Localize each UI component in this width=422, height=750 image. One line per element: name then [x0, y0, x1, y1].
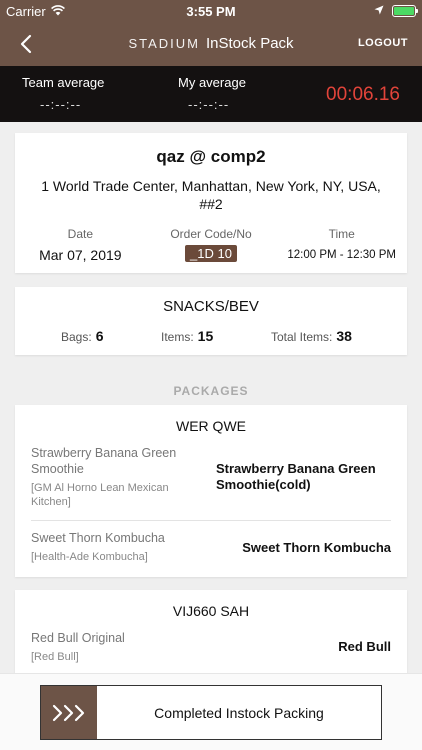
order-card: qaz @ comp2 1 World Trade Center, Manhat…: [15, 133, 407, 273]
packages-header: PACKAGES: [173, 384, 249, 398]
time-label: Time: [328, 227, 355, 241]
my-average-label: My average: [178, 75, 246, 90]
order-code: Order Code/No _1D 10: [146, 227, 277, 263]
items-stat: Items: 15: [161, 328, 213, 344]
item-info: Sweet Thorn Kombucha [Health-Ade Kombuch…: [31, 530, 201, 564]
package-item[interactable]: Strawberry Banana Green Smoothie [GM Al …: [31, 445, 391, 515]
package-card: VIJ660 SAH Red Bull Original [Red Bull] …: [15, 590, 407, 680]
team-average-value: --:--:--: [40, 97, 82, 112]
order-code-badge: _1D 10: [185, 245, 237, 262]
summary-title: SNACKS/BEV: [163, 298, 259, 315]
item-display-name: Red Bull: [338, 639, 391, 654]
total-items-label: Total Items:: [271, 330, 333, 344]
item-display-name: Strawberry Banana Green Smoothie(cold): [216, 461, 376, 492]
items-label: Items:: [161, 330, 194, 344]
battery-icon: [392, 4, 418, 17]
item-brand: [Health-Ade Kombucha]: [31, 551, 148, 563]
elapsed-timer: 00:06.16: [326, 84, 400, 105]
items-value: 15: [197, 328, 214, 344]
order-address: 1 World Trade Center, Manhattan, New Yor…: [41, 178, 381, 212]
date-label: Date: [67, 227, 94, 241]
item-name: Sweet Thorn Kombucha: [31, 531, 165, 545]
order-code-label: Order Code/No: [170, 227, 252, 241]
item-name: Red Bull Original: [31, 631, 125, 645]
order-title: qaz @ comp2: [156, 147, 266, 166]
order-date: Date Mar 07, 2019: [15, 227, 146, 263]
team-average-label: Team average: [22, 75, 105, 90]
complete-packing-label: Completed Instock Packing: [154, 704, 324, 721]
triple-chevron-right-icon: [41, 686, 97, 739]
item-info: Strawberry Banana Green Smoothie [GM Al …: [31, 445, 201, 509]
summary-card: SNACKS/BEV Bags: 6 Items: 15 Total Items: 3…: [15, 287, 407, 355]
location-arrow-icon: [374, 3, 384, 18]
package-card: WER QWE Strawberry Banana Green Smoothie…: [15, 405, 407, 577]
item-name: Strawberry Banana Green Smoothie: [31, 446, 177, 476]
status-right: [374, 3, 418, 18]
item-brand: [Red Bull]: [31, 651, 79, 663]
my-average-value: --:--:--: [188, 97, 230, 112]
nav-bar: STADIUM InStock Pack LOGOUT: [0, 22, 422, 66]
bags-stat: Bags: 6: [61, 328, 103, 344]
status-time: 3:55 PM: [186, 4, 236, 19]
package-item[interactable]: Red Bull Original [Red Bull] Red Bull: [31, 630, 391, 670]
total-items-stat: Total Items: 38: [271, 328, 352, 344]
bags-label: Bags:: [61, 330, 92, 344]
bags-value: 6: [95, 328, 104, 344]
package-item[interactable]: Sweet Thorn Kombucha [Health-Ade Kombuch…: [31, 530, 391, 570]
bottom-bar: Completed Instock Packing: [0, 673, 422, 750]
date-value: Mar 07, 2019: [39, 247, 122, 263]
logout-button[interactable]: LOGOUT: [358, 37, 408, 49]
time-value: 12:00 PM - 12:30 PM: [287, 249, 397, 261]
nav-brand: STADIUM: [128, 36, 200, 51]
order-details: Date Mar 07, 2019 Order Code/No _1D 10 T…: [15, 227, 407, 263]
status-bar: Carrier 3:55 PM: [0, 0, 422, 22]
complete-packing-button[interactable]: Completed Instock Packing: [40, 685, 382, 740]
timer-bar: Team average --:--:-- My average --:--:-…: [0, 66, 422, 122]
package-name: VIJ660 SAH: [172, 603, 250, 619]
nav-title-text: InStock Pack: [206, 35, 294, 52]
package-name: WER QWE: [176, 418, 246, 434]
item-divider: [31, 520, 391, 521]
item-info: Red Bull Original [Red Bull]: [31, 630, 201, 664]
item-display-name: Sweet Thorn Kombucha: [242, 540, 391, 555]
order-time: Time 12:00 PM - 12:30 PM: [276, 227, 407, 263]
item-brand: [GM Al Horno Lean Mexican Kitchen]: [31, 482, 169, 508]
total-items-value: 38: [336, 328, 352, 344]
